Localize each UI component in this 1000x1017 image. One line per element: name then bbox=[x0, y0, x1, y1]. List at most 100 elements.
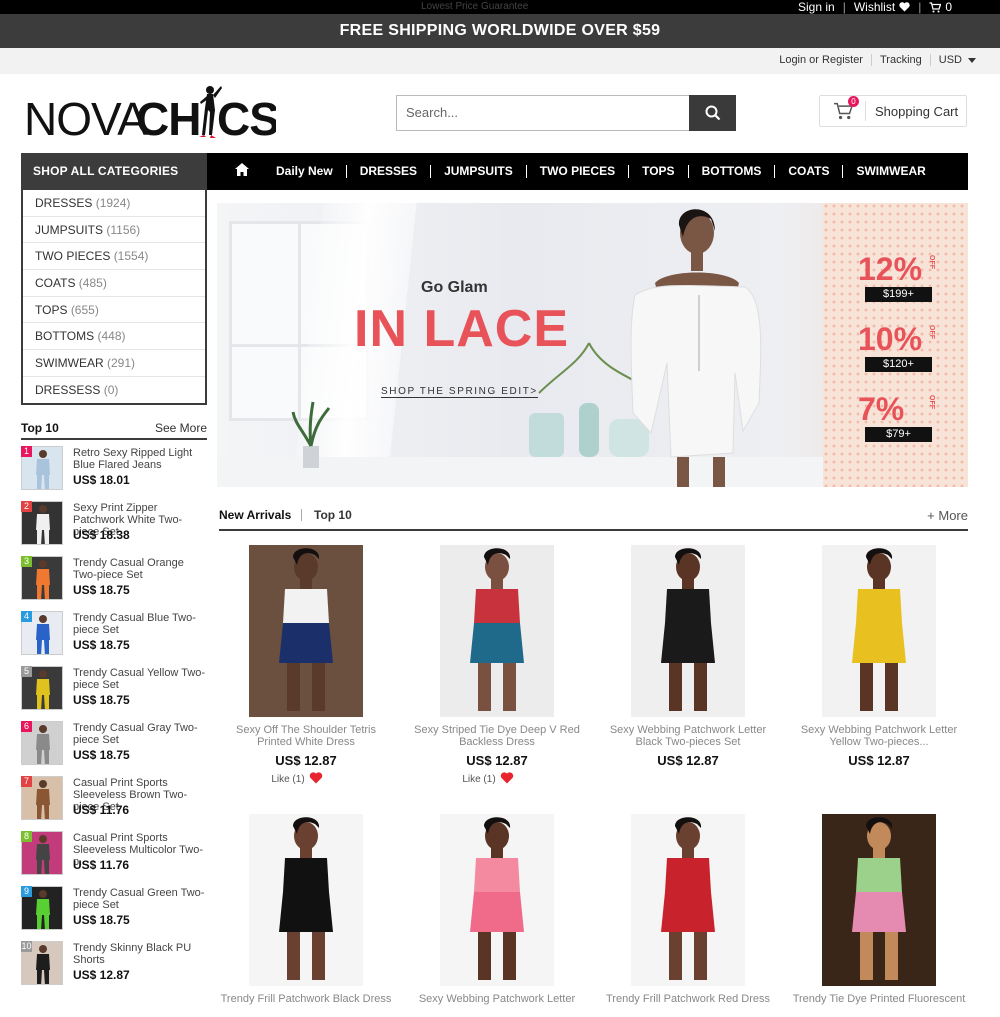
nav-item[interactable]: TWO PIECES bbox=[525, 165, 628, 178]
top-cart-link[interactable]: 0 bbox=[929, 0, 952, 14]
like-button[interactable]: Like (1) bbox=[392, 772, 584, 787]
see-more-link[interactable]: See More bbox=[155, 421, 207, 435]
product-image[interactable] bbox=[631, 814, 745, 986]
wishlist-label: Wishlist bbox=[853, 0, 896, 14]
product-name[interactable]: Sexy Off The Shoulder Tetris Printed Whi… bbox=[219, 724, 393, 748]
divider bbox=[870, 54, 872, 66]
top10-item[interactable]: 4 Trendy Casual Blue Two-piece Set US$ 18.… bbox=[21, 611, 207, 663]
currency-selector[interactable]: USD bbox=[939, 48, 976, 72]
top10-item[interactable]: 3 Trendy Casual Orange Two-piece Set US$ 1… bbox=[21, 556, 207, 608]
category-list: DRESSES (1924) JUMPSUITS (1156) TWO PIECES… bbox=[23, 190, 205, 404]
home-link[interactable] bbox=[235, 162, 249, 181]
product-card[interactable]: Sexy Webbing Patchwork Letter Yellow Two… bbox=[792, 545, 966, 768]
product-image[interactable] bbox=[249, 814, 363, 986]
search-bar: Search... bbox=[396, 95, 736, 131]
nav-item[interactable]: SWIMWEAR bbox=[842, 165, 938, 178]
category-item[interactable]: COATS (485) bbox=[23, 270, 205, 297]
divider: | bbox=[842, 0, 846, 14]
top10-item[interactable]: 5 Trendy Casual Yellow Two-piece Set US$ 1… bbox=[21, 666, 207, 718]
product-name[interactable]: Sexy Webbing Patchwork Letter Yellow Two… bbox=[792, 724, 966, 748]
nav-item[interactable]: TOPS bbox=[628, 165, 687, 178]
nav-item[interactable]: COATS bbox=[774, 165, 842, 178]
tab-top10[interactable]: Top 10 bbox=[314, 508, 352, 522]
banner-model-image bbox=[630, 209, 762, 487]
search-button[interactable] bbox=[689, 95, 736, 131]
more-link[interactable]: + More bbox=[927, 508, 968, 523]
top10-header: Top 10 See More bbox=[21, 418, 207, 440]
svg-text:CS: CS bbox=[217, 93, 276, 140]
product-price: US$ 12.87 bbox=[657, 753, 719, 768]
category-item[interactable]: DRESSES (1924) bbox=[23, 190, 205, 217]
tracking-link[interactable]: Tracking bbox=[880, 48, 922, 72]
category-item[interactable]: BOTTOMS (448) bbox=[23, 323, 205, 351]
product-card[interactable]: Trendy Frill Patchwork Red Dress bbox=[601, 814, 775, 1017]
home-icon bbox=[235, 162, 249, 176]
category-item[interactable]: DRESSESS (0) bbox=[23, 377, 205, 404]
banner-cta-link[interactable]: SHOP THE SPRING EDIT> bbox=[381, 386, 538, 398]
category-label: TOPS bbox=[35, 302, 68, 317]
category-label: TWO PIECES bbox=[35, 249, 111, 264]
product-image[interactable] bbox=[440, 814, 554, 986]
top10-item[interactable]: 9 Trendy Casual Green Two-piece Set US$ 18… bbox=[21, 886, 207, 938]
tab-new-arrivals[interactable]: New Arrivals bbox=[219, 508, 291, 522]
category-title: SHOP ALL CATEGORIES bbox=[23, 153, 205, 190]
hero-banner[interactable]: Go Glam IN LACE SHOP THE SPRING EDIT> 12… bbox=[217, 203, 968, 487]
category-item[interactable]: JUMPSUITS (1156) bbox=[23, 217, 205, 244]
product-name[interactable]: Sexy Webbing Patchwork Letter Black Two-… bbox=[601, 724, 775, 748]
product-card[interactable]: Sexy Striped Tie Dye Deep V Red Backless… bbox=[410, 545, 584, 787]
top10-item-name: Retro Sexy Ripped Light Blue Flared Jean… bbox=[73, 447, 193, 471]
product-card[interactable]: Sexy Off The Shoulder Tetris Printed Whi… bbox=[219, 545, 393, 787]
product-image[interactable] bbox=[440, 545, 554, 717]
top10-item-price: US$ 18.75 bbox=[73, 693, 130, 707]
product-name[interactable]: Trendy Tie Dye Printed Fluorescent bbox=[792, 993, 966, 1017]
nav-item[interactable]: Daily New bbox=[263, 165, 346, 178]
category-item[interactable]: SWIMWEAR (291) bbox=[23, 350, 205, 377]
product-card[interactable]: Trendy Tie Dye Printed Fluorescent bbox=[792, 814, 966, 1017]
top10-item[interactable]: 10 Trendy Skinny Black PU Shorts US$ 12.87 bbox=[21, 941, 207, 993]
product-image[interactable] bbox=[822, 814, 936, 986]
like-button[interactable]: Like (1) bbox=[201, 772, 393, 787]
product-name[interactable]: Trendy Frill Patchwork Red Dress bbox=[601, 993, 775, 1017]
top10-item-price: US$ 18.01 bbox=[73, 473, 130, 487]
product-image[interactable] bbox=[631, 545, 745, 717]
product-name[interactable]: Sexy Webbing Patchwork Letter bbox=[410, 993, 584, 1017]
discount-offer: 7% OFF $79+ bbox=[858, 393, 938, 442]
category-item[interactable]: TWO PIECES (1554) bbox=[23, 243, 205, 271]
divider: | bbox=[918, 0, 922, 14]
nav-item[interactable]: BOTTOMS bbox=[687, 165, 775, 178]
top10-item-price: US$ 11.76 bbox=[73, 858, 130, 872]
top10-title: Top 10 bbox=[21, 421, 59, 435]
nav-item[interactable]: JUMPSUITS bbox=[430, 165, 526, 178]
currency-value: USD bbox=[938, 54, 962, 66]
top10-item-name: Trendy Casual Orange Two-piece Set bbox=[73, 557, 184, 581]
search-input[interactable]: Search... bbox=[396, 95, 689, 131]
product-price: US$ 12.87 bbox=[275, 753, 337, 768]
shopping-cart-button[interactable]: 0 Shopping Cart bbox=[819, 95, 967, 127]
product-card[interactable]: Sexy Webbing Patchwork Letter bbox=[410, 814, 584, 1017]
product-image[interactable] bbox=[822, 545, 936, 717]
product-card[interactable]: Sexy Webbing Patchwork Letter Black Two-… bbox=[601, 545, 775, 768]
login-register-link[interactable]: Login or Register bbox=[779, 48, 863, 72]
top10-item[interactable]: 8 Casual Print Sports Sleeveless Multicol… bbox=[21, 831, 207, 883]
discount-off-label: OFF bbox=[928, 325, 935, 339]
wishlist-link[interactable]: Wishlist bbox=[854, 0, 910, 14]
site-logo[interactable]: NOVA CH CS bbox=[24, 82, 280, 145]
svg-text:CH: CH bbox=[136, 93, 200, 140]
category-item[interactable]: TOPS (655) bbox=[23, 297, 205, 324]
product-card[interactable]: Trendy Frill Patchwork Black Dress bbox=[219, 814, 393, 1017]
nav-item[interactable]: DRESSES bbox=[345, 165, 430, 178]
top10-item[interactable]: 2 Sexy Print Zipper Patchwork White Two-p… bbox=[21, 501, 207, 553]
discount-panel: 12% OFF $199+ 10% OFF $120+ 7% OFF $79+ bbox=[823, 203, 968, 487]
top10-item[interactable]: 6 Trendy Casual Gray Two-piece Set US$ 18.… bbox=[21, 721, 207, 773]
sign-in-link[interactable]: Sign in bbox=[798, 0, 835, 14]
product-name[interactable]: Sexy Striped Tie Dye Deep V Red Backless… bbox=[410, 724, 584, 748]
top10-item-name: Trendy Skinny Black PU Shorts bbox=[73, 942, 192, 966]
top10-item-name: Trendy Casual Gray Two-piece Set bbox=[73, 722, 198, 746]
category-count: (485) bbox=[78, 276, 107, 291]
top10-item[interactable]: 7 Casual Print Sports Sleeveless Brown Tw… bbox=[21, 776, 207, 828]
like-count: Like (1) bbox=[462, 774, 496, 785]
product-image[interactable] bbox=[249, 545, 363, 717]
product-name[interactable]: Trendy Frill Patchwork Black Dress bbox=[219, 993, 393, 1017]
top10-item[interactable]: 1 Retro Sexy Ripped Light Blue Flared Jea… bbox=[21, 446, 207, 498]
category-label: SWIMWEAR bbox=[35, 356, 104, 371]
